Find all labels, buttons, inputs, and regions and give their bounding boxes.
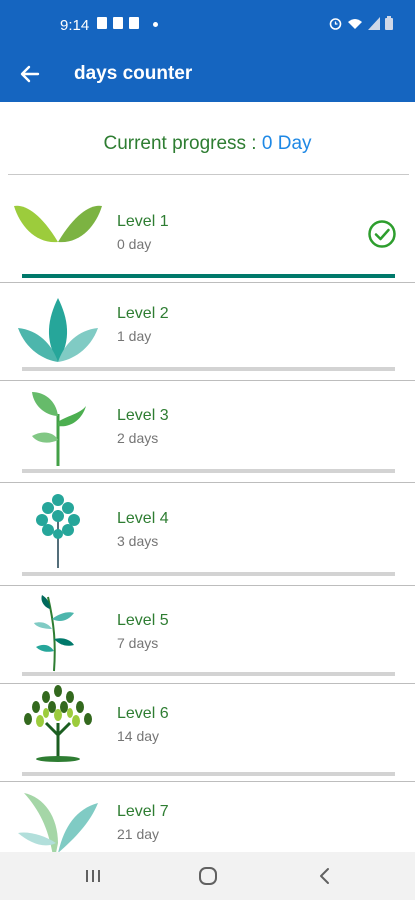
notification-icons: [97, 17, 139, 29]
image-icon: [97, 17, 107, 29]
page-title: days counter: [74, 63, 193, 84]
level-days: 14 day: [117, 728, 160, 744]
back-chevron-icon[interactable]: [313, 864, 337, 888]
level-progress-bar: [22, 572, 395, 576]
level-progress-bar: [22, 772, 395, 776]
level-title: Level 5: [117, 612, 169, 629]
sprout-leaves-icon: [18, 298, 98, 362]
progress-label: Current progress :: [103, 133, 262, 154]
two-leaves-icon: [14, 205, 102, 243]
level-title: Level 2: [117, 305, 169, 322]
list-item[interactable]: Level 4 3 days: [0, 482, 415, 586]
dot-icon: [153, 22, 158, 27]
list-item[interactable]: Level 6 14 day: [0, 683, 415, 782]
list-item[interactable]: Level 3 2 days: [0, 380, 415, 483]
battery-saver-icon: [129, 17, 139, 29]
list-item[interactable]: Level 1 0 day: [0, 190, 415, 283]
level-progress-bar: [22, 469, 395, 473]
level-days: 21 day: [117, 826, 160, 842]
signal-icon: [368, 16, 380, 30]
palm-plant-icon: [18, 793, 98, 852]
home-icon[interactable]: [196, 864, 220, 888]
sim-icon: [113, 17, 123, 29]
battery-icon: [385, 16, 393, 30]
check-circle-icon: [368, 220, 396, 248]
system-icons: [329, 16, 393, 30]
level-progress-bar: [22, 274, 395, 278]
divider: [8, 174, 409, 175]
system-nav-bar: [0, 852, 415, 900]
small-tree-icon: [36, 494, 80, 568]
level-days: 3 days: [117, 533, 159, 549]
level-progress-bar: [22, 672, 395, 676]
branch-plant-icon: [34, 595, 74, 672]
arrow-left-icon[interactable]: [18, 62, 42, 86]
progress-value: 0 Day: [261, 133, 312, 154]
level-progress-bar: [22, 367, 395, 371]
alarm-icon: [329, 17, 342, 30]
seedling-icon: [32, 392, 86, 466]
level-days: 0 day: [117, 236, 152, 252]
list-item[interactable]: Level 7 21 day: [0, 781, 415, 852]
level-title: Level 6: [117, 705, 169, 722]
level-days: 7 days: [117, 635, 159, 651]
level-title: Level 4: [117, 510, 169, 527]
level-days: 2 days: [117, 430, 159, 446]
recent-apps-icon[interactable]: [81, 864, 105, 888]
level-title: Level 3: [117, 407, 169, 424]
list-item[interactable]: Level 2 1 day: [0, 282, 415, 381]
level-days: 1 day: [117, 328, 152, 344]
level-title: Level 1: [117, 213, 169, 230]
leafy-tree-icon: [24, 685, 92, 762]
list-item[interactable]: Level 5 7 days: [0, 585, 415, 684]
wifi-icon: [348, 18, 362, 29]
level-title: Level 7: [117, 803, 169, 820]
current-progress: Current progress : 0 Day: [0, 133, 415, 155]
status-bar: 9:14: [0, 0, 415, 50]
level-progress-fill: [22, 274, 395, 278]
status-time: 9:14: [60, 17, 90, 34]
app-bar: days counter: [0, 50, 415, 102]
